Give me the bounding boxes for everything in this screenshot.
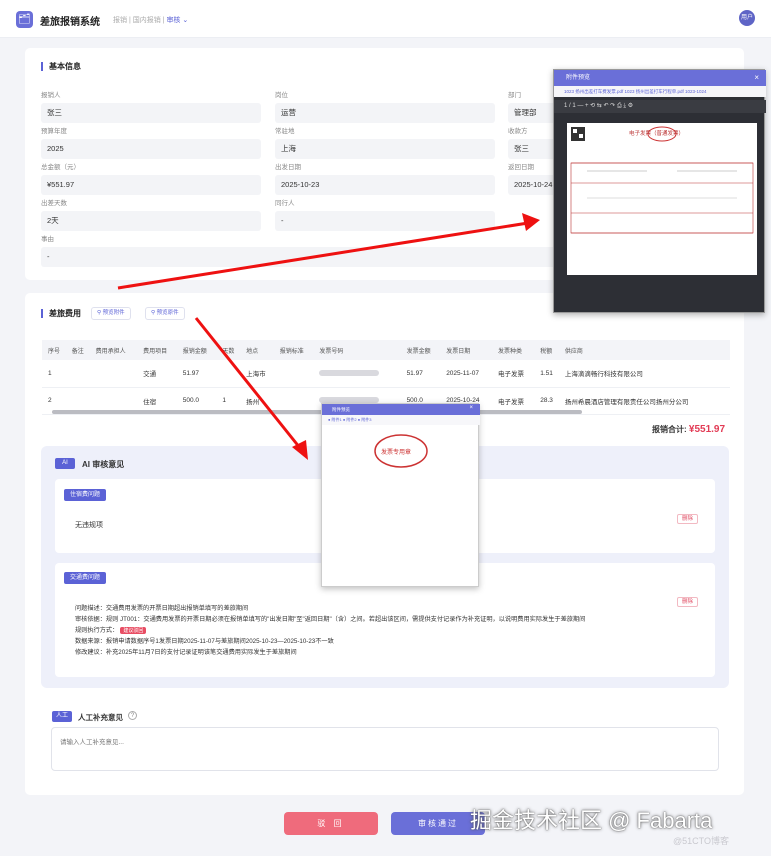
delete-lodging-button[interactable]: 删除 <box>677 514 699 524</box>
breadcrumb: 报销 | 国内报销 | 审核 ⌄ <box>113 17 189 24</box>
lodging-issue-text: 无违规项 <box>75 522 103 529</box>
col-place: 地点 <box>240 340 274 360</box>
col-invoice-no: 发票号码 <box>313 340 401 360</box>
top-bar: 🗂 差旅报销系统 报销 | 国内报销 | 审核 ⌄ 用户 <box>0 0 771 38</box>
issue-suggestion: 修改建议：补充2025年11月7日的支付记录证明该笔交通费用实际发生于差旅期间 <box>75 649 297 656</box>
crumb-reimburse[interactable]: 报销 <box>113 17 127 24</box>
col-invoice-amount: 发票金额 <box>400 340 441 360</box>
preview-small-title: 附件预览 <box>332 407 350 412</box>
suggest-reject-badge: 建议驳回 <box>120 627 147 634</box>
field-companions: 同行人 - <box>275 197 495 231</box>
col-bearer: 费用承担人 <box>89 340 138 360</box>
seal-stamp: 发票专用章 <box>381 450 412 456</box>
field-departure-date: 出发日期 2025-10-23 <box>275 161 495 195</box>
crumb-review[interactable]: 审核 <box>166 17 180 24</box>
app-logo-icon: 🗂 <box>16 11 33 28</box>
app-title: 差旅报销系统 <box>40 17 100 28</box>
col-invoice-date: 发票日期 <box>440 340 492 360</box>
watermark: 掘金技术社区 @ Fabarta <box>470 808 713 833</box>
invoice-number-redacted <box>319 370 380 377</box>
transport-issue-tag: 交通费问题 <box>64 572 107 584</box>
col-supplier: 供应商 <box>558 340 730 360</box>
close-icon[interactable]: × <box>754 73 759 82</box>
col-amount: 报销金额 <box>176 340 217 360</box>
close-icon[interactable]: × <box>469 405 473 411</box>
delete-transport-button[interactable]: 删除 <box>677 597 699 607</box>
human-badge: 人工 <box>52 711 72 722</box>
reject-button[interactable]: 驳 回 <box>284 812 378 835</box>
attachment-preview-window: 附件预览 × 1023 扬州出差打车费发票.pdf 1023 扬州出差打车行程单… <box>553 69 766 313</box>
table-row: 1 交通 51.97 上海市 51.97 2025-11-07 电子发票 1.51 上海滴滴畅… <box>42 360 730 388</box>
watermark-sub: @51CTO博客 <box>673 836 729 846</box>
field-applicant: 报销人 张三 <box>41 89 261 123</box>
preview-small-tabs[interactable]: ● 附件1 ● 附件2 ● 附件3 <box>322 415 480 425</box>
col-days: 天数 <box>216 340 241 360</box>
col-item: 费用项目 <box>137 340 177 360</box>
ai-badge: AI <box>55 458 75 469</box>
field-residence: 常驻地 上海 <box>275 125 495 159</box>
issue-description: 问题描述：交通费用发票的开票日期超出报销单填写的差旅期间 <box>75 605 249 612</box>
preview-attachment-button[interactable]: ⚲ 预览附件 <box>91 307 131 320</box>
preview-small-header: 附件预览 <box>322 404 480 415</box>
preview-tabs[interactable]: 1023 扬州出差打车费发票.pdf 1023 扬州出差打车行程单.pdf 10… <box>554 86 766 97</box>
ai-review-title: AI 审核意见 <box>82 460 125 469</box>
preview-header: 附件预览 <box>554 70 766 86</box>
issue-basis: 审核依据：规则 JT001：交通费用发票的开票日期必须在报销单填写的"出发日期"… <box>75 616 586 623</box>
expense-title: 差旅费用 <box>41 309 81 318</box>
col-standard: 报销标准 <box>273 340 314 360</box>
basic-info-title: 基本信息 <box>41 62 81 71</box>
issue-rule-mode: 规则执行方式： 建议驳回 <box>75 625 147 634</box>
col-index: 序号 <box>42 340 66 360</box>
chevron-down-icon[interactable]: ⌄ <box>182 17 188 24</box>
field-total-amount: 总金额（元） ¥551.97 <box>41 161 261 195</box>
col-invoice-type: 发票种类 <box>492 340 535 360</box>
expense-total: 报销合计: ¥551.97 <box>652 424 726 435</box>
preview-original-button[interactable]: ⚲ 预览原件 <box>145 307 185 320</box>
field-budget-year: 预算年度 2025 <box>41 125 261 159</box>
attachment-preview-small: 附件预览 × ● 附件1 ● 附件2 ● 附件3 发票专用章 <box>321 403 480 587</box>
issue-data-source: 数据来源：报销申请数据序号1发票日期2025-11-07与差旅期间2025-10… <box>75 638 334 645</box>
human-opinion-title: 人工补充意见 <box>78 713 123 722</box>
human-opinion-input[interactable] <box>51 727 719 771</box>
invoice-page: 电子发票（普通发票） <box>567 123 757 275</box>
invoice-drawing <box>570 126 754 234</box>
lodging-issue-tag: 住宿费问题 <box>64 489 107 501</box>
crumb-domestic[interactable]: 国内报销 <box>133 17 161 24</box>
field-position: 岗位 运营 <box>275 89 495 123</box>
pdf-toolbar[interactable]: 1 / 1 — + ⟲ ⇆ ↶ ↷ ⎙ ⤓ ⚙ <box>554 100 766 113</box>
avatar[interactable]: 用户 <box>739 10 755 26</box>
help-icon[interactable]: ? <box>128 711 137 720</box>
col-remark: 备注 <box>65 340 90 360</box>
field-trip-days: 出差天数 2天 <box>41 197 261 231</box>
table-header-row: 序号 备注 费用承担人 费用项目 报销金额 天数 地点 报销标准 发票号码 发票… <box>42 340 730 360</box>
col-tax: 税额 <box>534 340 559 360</box>
invoice-doc-title: 电子发票（普通发票） <box>629 131 685 137</box>
preview-title: 附件预览 <box>566 75 591 81</box>
